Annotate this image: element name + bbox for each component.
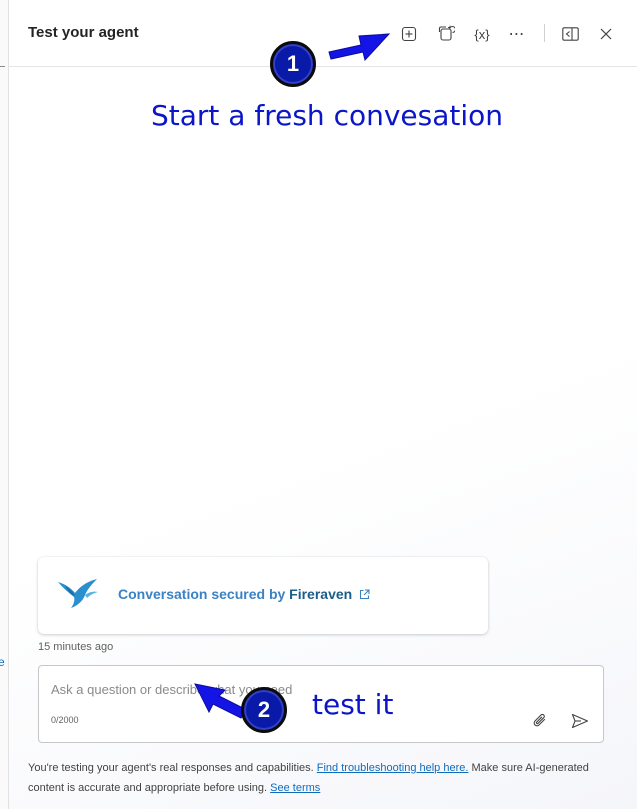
fireraven-bird-icon [58, 579, 98, 608]
new-conversation-icon [401, 26, 417, 42]
dock-icon [561, 27, 579, 41]
troubleshooting-link[interactable]: Find troubleshooting help here. [317, 762, 469, 774]
annotation-badge-2: 2 [241, 687, 287, 733]
more-icon: ⋯ [508, 26, 526, 43]
security-link[interactable]: Conversation secured by Fireraven [118, 586, 370, 602]
send-button[interactable] [568, 709, 592, 733]
external-link-icon [360, 589, 370, 600]
panel-header: Test your agent {x} ⋯ [9, 0, 637, 67]
security-brand: Fireraven [289, 586, 353, 602]
background-page-edge: e [0, 0, 9, 809]
panel-title: Test your agent [28, 24, 139, 41]
refresh-button[interactable] [434, 22, 458, 46]
test-agent-panel: Test your agent {x} ⋯ 1 Start a fresh co… [9, 0, 637, 809]
message-timestamp: 15 minutes ago [38, 641, 114, 653]
disclaimer: You're testing your agent's real respons… [28, 758, 608, 798]
refresh-icon [438, 25, 455, 41]
annotation-badge-1: 1 [270, 41, 316, 87]
send-icon [571, 713, 589, 729]
dock-panel-button[interactable] [558, 22, 582, 46]
security-prefix: Conversation secured by [118, 586, 286, 602]
character-counter: 0/2000 [51, 715, 79, 725]
close-icon [600, 28, 612, 40]
attach-button[interactable] [528, 709, 552, 733]
annotation-note-1: Start a fresh convesation [151, 99, 504, 132]
see-terms-link[interactable]: See terms [270, 782, 320, 794]
disclaimer-text-1: You're testing your agent's real respons… [28, 762, 314, 774]
security-card: Conversation secured by Fireraven [38, 557, 488, 634]
background-link-fragment[interactable]: e [0, 655, 5, 669]
header-divider [544, 24, 545, 42]
paperclip-icon [533, 713, 546, 727]
annotation-arrow-1 [328, 33, 391, 62]
close-panel-button[interactable] [594, 22, 618, 46]
background-divider [0, 66, 5, 67]
new-conversation-button[interactable] [397, 22, 421, 46]
variables-icon: {x} [474, 26, 490, 42]
annotation-note-2: test it [312, 688, 394, 721]
variables-button[interactable]: {x} [469, 22, 495, 46]
more-options-button[interactable]: ⋯ [505, 22, 529, 46]
screenshot-stage: e Test your agent {x} ⋯ 1 Start a fresh … [0, 0, 637, 809]
